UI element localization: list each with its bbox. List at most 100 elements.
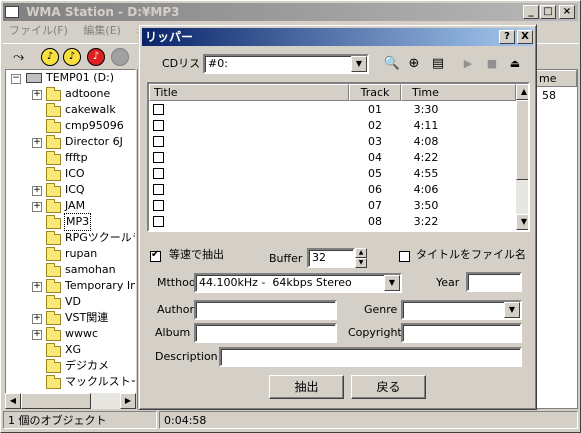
expand-icon[interactable]: + [32, 282, 42, 292]
track-row[interactable]: 02 4:11 [149, 117, 516, 134]
scroll-right-icon[interactable]: ▶ [120, 393, 136, 409]
ripper-titlebar[interactable]: リッパー ? X [142, 28, 533, 46]
track-list[interactable]: Title Track Time 01 3:30 02 4:11 03 4:08 04 4:2… [147, 82, 530, 232]
settings-icon[interactable]: ▤ [429, 55, 447, 73]
track-scroll-thumb[interactable] [516, 100, 528, 180]
menu-file[interactable]: ファイル(F) [3, 22, 74, 40]
collapse-root-icon[interactable]: − [11, 74, 21, 84]
play-icon[interactable]: ▶ [461, 55, 475, 73]
extract-button[interactable]: 抽出 [269, 375, 344, 399]
tree-item[interactable]: デジカメ [65, 358, 109, 374]
track-checkbox[interactable] [153, 152, 164, 163]
method-select[interactable]: 44.100kHz - 64kbps Stereo ▼ [194, 273, 402, 293]
tree-item[interactable]: wwwc [65, 326, 98, 342]
genre-select[interactable]: ▼ [401, 300, 522, 320]
tree-item[interactable]: adtoone [65, 86, 110, 102]
scroll-left-icon[interactable]: ◀ [5, 393, 21, 409]
track-checkbox[interactable] [153, 216, 164, 227]
tree-item[interactable]: JAM [65, 198, 85, 214]
eject-icon[interactable]: ⏏ [508, 55, 522, 73]
description-input[interactable] [219, 347, 522, 367]
title-filename-checkbox[interactable] [399, 251, 410, 262]
track-row[interactable]: 06 4:06 [149, 181, 516, 198]
track-row[interactable]: 03 4:08 [149, 133, 516, 150]
tree-item[interactable]: ffftp [65, 150, 88, 166]
tree-item[interactable]: Temporary Int [65, 278, 135, 294]
track-row[interactable]: 08 3:22 [149, 213, 516, 230]
track-row[interactable]: 05 4:55 [149, 165, 516, 182]
genre-dropdown-icon[interactable]: ▼ [504, 302, 520, 318]
col-title-header[interactable]: Title [149, 84, 349, 101]
expand-icon[interactable]: + [32, 138, 42, 148]
buffer-spinner[interactable]: ▲ ▼ [355, 248, 367, 268]
folder-tree[interactable]: − TEMP01 (D:) + adtoone cakewalk cmp95096 + D… [5, 69, 136, 409]
expand-icon[interactable]: + [32, 90, 42, 100]
music-yellow-icon[interactable]: ♪ [41, 48, 59, 66]
spin-down-icon[interactable]: ▼ [355, 258, 367, 268]
tree-item[interactable]: cakewalk [65, 102, 116, 118]
minimize-button[interactable]: _ [523, 5, 539, 19]
cd-gray-icon[interactable] [111, 48, 129, 66]
track-checkbox[interactable] [153, 184, 164, 195]
main-titlebar[interactable]: WMA Station - D:¥MP3 _ □ × [3, 3, 578, 21]
expand-icon[interactable]: + [32, 330, 42, 340]
maximize-button[interactable]: □ [540, 5, 556, 19]
menu-edit[interactable]: 編集(E) [77, 22, 127, 40]
same-speed-checkbox[interactable]: ✔ [150, 249, 161, 262]
expand-icon[interactable]: + [32, 186, 42, 196]
track-row[interactable]: 04 4:22 [149, 149, 516, 166]
tree-item[interactable]: cmp95096 [65, 118, 124, 134]
expand-icon[interactable]: + [32, 314, 42, 324]
tree-item[interactable]: Director 6J [65, 134, 123, 150]
list-header-time[interactable]: me [536, 70, 577, 87]
search-cd-icon[interactable]: 🔍 [383, 55, 401, 73]
tree-item[interactable]: VST関連 [65, 310, 108, 326]
expand-icon[interactable]: + [32, 202, 42, 212]
col-track-header[interactable]: Track [349, 84, 401, 101]
tree-item[interactable]: samohan [65, 262, 116, 278]
tree-item[interactable]: ICQ [65, 182, 85, 198]
buffer-input[interactable]: 32 [307, 248, 355, 268]
help-button[interactable]: ? [499, 30, 515, 44]
method-dropdown-icon[interactable]: ▼ [384, 275, 400, 291]
copyright-input[interactable] [401, 323, 522, 343]
track-list-scrollbar[interactable]: ▲ ▼ [516, 84, 528, 230]
col-time-header[interactable]: Time [401, 84, 516, 101]
track-checkbox[interactable] [153, 104, 164, 115]
tree-hscrollbar[interactable]: ◀ ▶ [5, 393, 136, 409]
tree-item[interactable]: RPGツクールラン [65, 230, 135, 246]
music-red-icon[interactable]: ♪ [87, 48, 105, 66]
cd-dropdown-icon[interactable]: ▼ [351, 56, 367, 72]
tree-item[interactable]: ICO [65, 166, 85, 182]
music-yellow2-icon[interactable]: ♪ [63, 48, 81, 66]
cd-list-select[interactable]: #0: ▼ [203, 54, 369, 74]
folder-icon [46, 247, 61, 261]
tree-item[interactable]: rupan [65, 246, 97, 262]
track-checkbox[interactable] [153, 120, 164, 131]
tree-item[interactable]: マックルストーリ [65, 374, 135, 390]
scroll-down-icon[interactable]: ▼ [516, 214, 528, 230]
track-row[interactable]: 01 3:30 [149, 101, 516, 118]
tree-item[interactable]: MP3 [63, 213, 92, 231]
stop-icon[interactable]: ■ [485, 55, 499, 73]
author-input[interactable] [194, 300, 337, 320]
track-row[interactable]: 07 3:50 [149, 197, 516, 214]
back-button[interactable]: 戻る [351, 375, 426, 399]
album-input[interactable] [194, 323, 337, 343]
tree-item[interactable]: VD [65, 294, 81, 310]
scroll-up-icon[interactable]: ▲ [516, 84, 528, 100]
year-input[interactable] [466, 272, 522, 292]
tree-item[interactable]: XG [65, 342, 81, 358]
drive-icon [26, 73, 42, 83]
tree-hscroll-thumb[interactable] [21, 393, 91, 409]
track-checkbox[interactable] [153, 200, 164, 211]
spin-up-icon[interactable]: ▲ [355, 248, 367, 258]
dialog-close-button[interactable]: X [517, 30, 533, 44]
lookup-icon[interactable]: ⊕ [405, 55, 423, 73]
tree-root-label[interactable]: TEMP01 (D:) [46, 70, 114, 86]
track-number: 03 [368, 135, 382, 148]
track-checkbox[interactable] [153, 168, 164, 179]
close-button[interactable]: × [559, 5, 575, 19]
track-checkbox[interactable] [153, 136, 164, 147]
disconnect-icon[interactable]: ⤳ [13, 48, 31, 66]
